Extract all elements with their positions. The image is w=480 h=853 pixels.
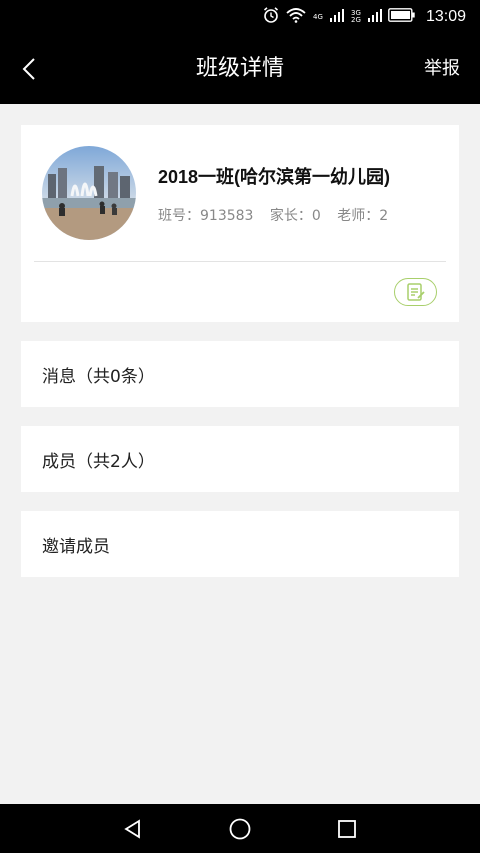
clock: 13:09 [425, 8, 466, 25]
class-meta: 班号：913583 家长：0 老师：2 [158, 205, 400, 225]
network-type-secondary: 3G 2G [350, 10, 362, 24]
class-name: 2018一班(哈尔滨第一幼儿园) [158, 167, 391, 187]
signal-icon [329, 8, 344, 26]
status-icons: 4G 3G 2G 13:09 [262, 7, 466, 27]
page-title: 班级详情 [195, 56, 284, 81]
recents-square-icon [338, 820, 356, 838]
messages-row[interactable]: 消息（共0条） [21, 341, 459, 407]
home-circle-icon [229, 818, 251, 840]
system-recents-button[interactable] [332, 814, 362, 844]
card-divider [34, 261, 446, 262]
back-triangle-icon [124, 819, 140, 839]
class-info-card: 2018一班(哈尔滨第一幼儿园) 班号：913583 家长：0 老师：2 [21, 125, 459, 322]
wifi-icon [286, 7, 306, 27]
invite-members-row[interactable]: 邀请成员 [21, 511, 459, 577]
messages-label: 消息（共0条） [42, 366, 155, 387]
edit-note-icon [406, 283, 425, 301]
network-2g-label: 2G [351, 16, 361, 24]
teacher-count: 老师：2 [337, 208, 389, 224]
signal-icon-secondary [367, 8, 382, 26]
system-nav-bar [0, 804, 480, 853]
invite-members-label: 邀请成员 [42, 536, 110, 557]
system-back-button[interactable] [118, 814, 148, 844]
system-home-button[interactable] [225, 814, 255, 844]
battery-icon [388, 8, 416, 26]
members-label: 成员（共2人） [42, 451, 155, 472]
report-button[interactable]: 举报 [424, 56, 460, 82]
class-avatar[interactable] [42, 146, 136, 240]
network-type-label: 4G [313, 12, 323, 21]
alarm-icon [262, 6, 280, 28]
class-number: 班号：913583 [158, 208, 254, 224]
status-bar: 4G 3G 2G 13:09 [0, 0, 480, 34]
nav-bar: 班级详情 举报 [0, 34, 480, 104]
edit-class-button[interactable] [394, 278, 437, 306]
class-avatar-image [42, 146, 136, 240]
parent-count: 家长：0 [269, 208, 321, 224]
members-row[interactable]: 成员（共2人） [21, 426, 459, 492]
